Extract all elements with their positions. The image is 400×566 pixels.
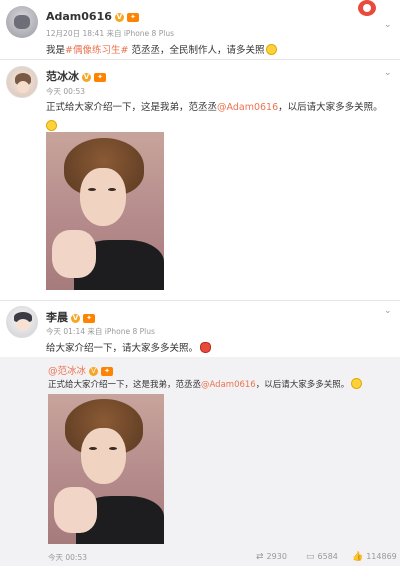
post-meta: 今天 00:53 xyxy=(46,87,85,96)
repost-count[interactable]: ⇄ 2930 xyxy=(256,552,287,562)
author-name-text[interactable]: 范冰冰 xyxy=(46,70,79,83)
post-text-prefix: 我是 xyxy=(46,45,66,56)
post-text-suffix: 范丞丞，全民制作人，请多关照 xyxy=(128,45,265,56)
hashtag-link[interactable]: #偶像练习生# xyxy=(65,45,128,56)
post-meta: 今天 01:14 来自 iPhone 8 Plus xyxy=(46,327,155,336)
divider xyxy=(0,300,400,301)
emoji-icon xyxy=(266,44,278,55)
mascot-icon xyxy=(356,0,378,16)
like-count-text: 114869 xyxy=(366,552,397,561)
retweet-text: @范冰冰 V ✦ xyxy=(48,363,114,377)
level-badge-icon: ✦ xyxy=(94,73,106,82)
like-icon: 👍 xyxy=(352,552,364,562)
author-name-text[interactable]: 李晨 xyxy=(46,311,68,324)
level-badge-icon: ✦ xyxy=(126,13,139,22)
retweet-text-suffix: ，以后请大家多多关照。 xyxy=(255,380,350,390)
repost-count-text: 2930 xyxy=(266,552,287,561)
retweet-meta: 今天 00:53 xyxy=(48,553,87,562)
emoji-icon xyxy=(46,114,57,133)
chevron-down-icon[interactable]: ⌄ xyxy=(384,306,392,316)
author-name-text[interactable]: Adam0616 xyxy=(46,10,112,23)
divider xyxy=(0,59,400,60)
mention-link[interactable]: @Adam0616 xyxy=(217,102,278,113)
post-text-suffix: ，以后请大家多多关照。 xyxy=(278,102,383,113)
retweet-body: 正式给大家介绍一下，这是我弟，范丞丞@Adam0616，以后请大家多多关照。 xyxy=(48,378,363,390)
like-count[interactable]: 👍 114869 xyxy=(352,552,397,562)
avatar[interactable] xyxy=(6,66,38,98)
author-name[interactable]: 范冰冰 V ✦ xyxy=(46,68,106,84)
crab-emoji-icon xyxy=(200,342,212,353)
mention-link[interactable]: @Adam0616 xyxy=(201,380,256,390)
vip-badge-icon: V xyxy=(89,367,99,376)
chevron-down-icon[interactable]: ⌄ xyxy=(384,68,392,78)
avatar[interactable] xyxy=(6,6,38,38)
post-text: 给大家介绍一下，请大家多多关照。 xyxy=(46,340,212,354)
retweet-photo[interactable] xyxy=(48,394,164,544)
vip-badge-icon: V xyxy=(114,13,124,22)
comment-count-text: 6584 xyxy=(317,552,338,561)
post-photo[interactable] xyxy=(46,132,164,290)
vip-badge-icon: V xyxy=(82,73,91,82)
comment-count[interactable]: ▭ 6584 xyxy=(306,552,338,562)
post-text-body: 给大家介绍一下，请大家多多关照。 xyxy=(46,343,199,354)
repost-icon: ⇄ xyxy=(256,552,264,562)
retweet-author-link[interactable]: @范冰冰 xyxy=(48,366,86,377)
author-name[interactable]: Adam0616 V ✦ xyxy=(46,10,139,23)
comment-icon: ▭ xyxy=(306,552,315,562)
level-badge-icon: ✦ xyxy=(101,367,114,376)
avatar[interactable] xyxy=(6,306,38,338)
post-text: 正式给大家介绍一下，这是我弟，范丞丞@Adam0616，以后请大家多多关照。 xyxy=(46,99,383,113)
vip-badge-icon: V xyxy=(71,314,80,323)
post-text: 我是#偶像练习生# 范丞丞，全民制作人，请多关照 xyxy=(46,42,278,56)
post-text-prefix: 正式给大家介绍一下，这是我弟，范丞丞 xyxy=(46,102,218,113)
author-name[interactable]: 李晨 V ✦ xyxy=(46,309,95,325)
level-badge-icon: ✦ xyxy=(83,314,95,323)
retweet-text-prefix: 正式给大家介绍一下，这是我弟，范丞丞 xyxy=(48,380,202,390)
emoji-icon xyxy=(351,378,363,389)
chevron-down-icon[interactable]: ⌄ xyxy=(384,20,392,30)
post-meta: 12月20日 18:41 来自 iPhone 8 Plus xyxy=(46,29,174,38)
